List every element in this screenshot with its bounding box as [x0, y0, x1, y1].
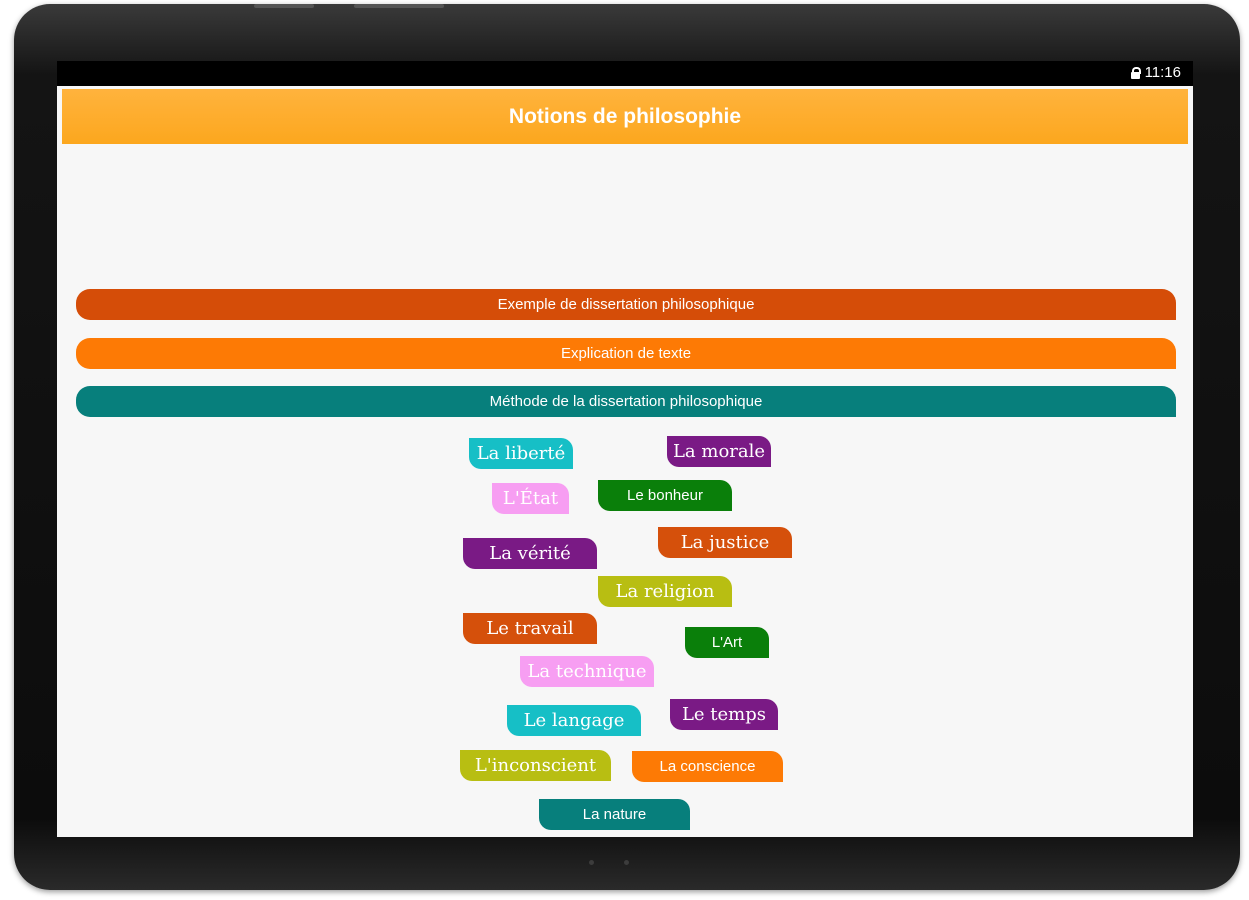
notion-la-nature[interactable]: La nature	[539, 799, 690, 830]
notion-le-langage[interactable]: Le langage	[507, 705, 641, 736]
nav-dot-left	[589, 860, 594, 865]
notion-la-religion[interactable]: La religion	[598, 576, 732, 607]
notion-le-bonheur[interactable]: Le bonheur	[598, 480, 732, 511]
nav-dot-right	[624, 860, 629, 865]
notion-la-conscience[interactable]: La conscience	[632, 751, 783, 782]
volume-button	[254, 4, 314, 8]
notion-l-art[interactable]: L'Art	[685, 627, 769, 658]
dissertation-example-button[interactable]: Exemple de dissertation philosophique	[76, 289, 1176, 320]
notion-la-technique[interactable]: La technique	[520, 656, 654, 687]
notion-le-temps[interactable]: Le temps	[670, 699, 778, 730]
lock-icon	[1130, 66, 1141, 79]
notion-l-inconscient[interactable]: L'inconscient	[460, 750, 611, 781]
status-time: 11:16	[1144, 64, 1181, 81]
notion-la-liberte[interactable]: La liberté	[469, 438, 573, 469]
screen: 11:16 Notions de philosophie Exemple de …	[57, 61, 1193, 837]
text-explanation-button[interactable]: Explication de texte	[76, 338, 1176, 369]
notion-la-morale[interactable]: La morale	[667, 436, 771, 467]
notion-la-verite[interactable]: La vérité	[463, 538, 597, 569]
dissertation-method-button[interactable]: Méthode de la dissertation philosophique	[76, 386, 1176, 417]
power-button	[354, 4, 444, 8]
notion-l-etat[interactable]: L'État	[492, 483, 569, 514]
status-bar: 11:16	[57, 61, 1193, 86]
app-title: Notions de philosophie	[508, 104, 742, 128]
notion-le-travail[interactable]: Le travail	[463, 613, 597, 644]
notion-la-justice[interactable]: La justice	[658, 527, 792, 558]
app-bar: Notions de philosophie	[62, 89, 1188, 144]
